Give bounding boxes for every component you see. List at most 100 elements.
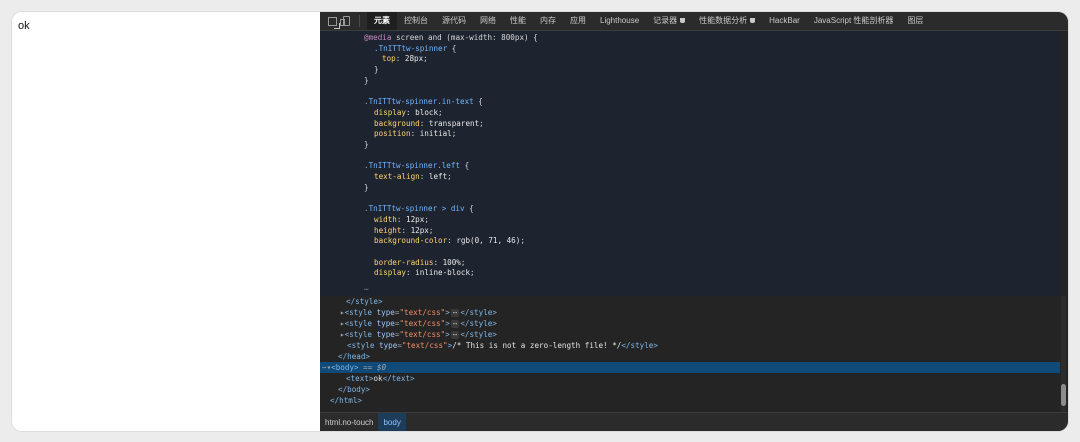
closing-tag: </body> [338,385,371,394]
style-source-view[interactable]: @media screen and (max-width: 800px) { .… [320,31,1060,296]
close-brace: } [364,182,369,192]
inspect-element-icon[interactable] [328,16,340,29]
css-value: rgb(0, 71, 46) [456,236,521,246]
browser-window: ok 元素 控制台 源代码 网络 性能 内存 应用 Lighthouse 记录器… [12,12,1068,431]
attr-name: type [376,330,395,339]
tag-open: <text> [346,374,374,383]
css-property: display [374,268,407,278]
tag-open: <body> [331,363,359,372]
tab-memory[interactable]: 内存 [533,12,563,30]
dom-node-style[interactable]: ▸<style type="text/css"> ⋯ </style> [320,318,1060,329]
text-node: ok [373,374,383,383]
css-property: background [374,118,420,128]
tab-hackbar[interactable]: HackBar [762,12,807,30]
dom-scrollbar[interactable] [1061,296,1066,412]
tag-open: <style [344,319,377,328]
code-line: height: 12px; [374,225,434,235]
tab-elements[interactable]: 元素 [367,12,397,30]
tag-gt: > [445,308,450,317]
css-value: block [415,107,439,117]
code-line: text-align: left; [374,172,452,182]
attr-value: "text/css" [399,319,446,328]
css-property: border-radius [374,257,434,267]
dom-node-style-close[interactable]: </style> [320,296,1060,307]
expand-triangle-icon[interactable]: ▸ [320,319,345,328]
collapsed-content-icon[interactable]: ⋯ [450,320,460,328]
attr-value: "text/css" [401,341,448,350]
style-text: /* This is not a zero-length file! */ [452,341,622,350]
toolbar-divider [359,15,360,27]
dom-node-style[interactable]: ▸<style type="text/css"> ⋯ </style> [320,307,1060,318]
tab-performance[interactable]: 性能 [503,12,533,30]
open-brace: { [464,204,474,214]
tab-recorder[interactable]: 记录器 [646,12,692,30]
collapsed-content-icon[interactable]: ⋯ [450,331,460,339]
css-property: top [382,54,396,64]
code-line: background-color: rgb(0, 71, 46); [374,236,525,246]
dom-node-body[interactable]: ⋯▾<body> == $0 [320,362,1060,373]
css-selector: .TnITTtw-spinner.in-text [364,97,474,107]
devtools-toolbar: 元素 控制台 源代码 网络 性能 内存 应用 Lighthouse 记录器 性能… [320,12,1068,31]
more-ellipsis[interactable]: … [364,283,369,293]
scrollbar-thumb[interactable] [1061,384,1066,406]
devtools-panel: 元素 控制台 源代码 网络 性能 内存 应用 Lighthouse 记录器 性能… [320,12,1068,431]
dom-tree[interactable]: </style> ▸<style type="text/css"> ⋯ </styl… [320,296,1060,412]
tab-sources[interactable]: 源代码 [435,12,473,30]
tag-open: <style [347,341,380,350]
dom-node-body-close[interactable]: </body> [320,384,1060,395]
closing-tag: </style> [346,297,383,306]
experiment-flask-icon [750,18,756,24]
dom-node-style[interactable]: ▸<style type="text/css"> ⋯ </style> [320,329,1060,340]
tab-lighthouse[interactable]: Lighthouse [593,12,646,30]
tab-performance-insights[interactable]: 性能数据分析 [692,12,762,30]
code-line: background: transparent; [374,118,484,128]
closing-tag: </html> [330,396,363,405]
attr-value: "text/css" [399,330,446,339]
breadcrumb-body[interactable]: body [378,413,406,431]
code-line: display: inline-block; [374,268,475,278]
code-line: position: initial; [374,129,457,139]
close-brace: } [364,75,369,85]
attr-name: type [379,341,398,350]
dom-node-text[interactable]: <text>ok</text> [320,373,1060,384]
dom-node-html-close[interactable]: </html> [320,395,1060,406]
open-brace: { [460,161,470,171]
css-selector: .TnITTtw-spinner > div [364,204,465,214]
tab-layers[interactable]: 图层 [900,12,930,30]
code-line: @media screen and (max-width: 800px) { [364,33,538,43]
attr-name: type [376,308,395,317]
css-value: transparent [428,118,480,128]
closing-tag: </head> [338,352,371,361]
collapsed-content-icon[interactable]: ⋯ [450,309,460,317]
tag-gt: > [445,319,450,328]
equals-sign: == [363,363,373,372]
expand-triangle-icon[interactable]: ▸ [320,308,345,317]
dom-node-style[interactable]: <style type="text/css">/* This is not a … [320,340,1060,351]
tab-application[interactable]: 应用 [563,12,593,30]
device-toolbar-icon[interactable] [340,16,350,26]
css-value: left [428,172,448,182]
css-selector: .TnITTtw-spinner.left [364,161,461,171]
tab-js-profiler[interactable]: JavaScript 性能剖析器 [807,12,901,30]
css-property: display [374,107,407,117]
code-line: .TnITTtw-spinner > div { [364,204,474,214]
expand-triangle-icon[interactable]: ▸ [320,330,345,339]
tab-network[interactable]: 网络 [473,12,503,30]
code-line: display: block; [374,107,443,117]
closing-tag: </style> [621,341,658,350]
css-value: 28px [404,54,424,64]
attr-value: "text/css" [399,308,446,317]
breadcrumb-html[interactable]: html.no-touch [320,413,378,431]
code-line: .TnITTtw-spinner { [374,44,456,54]
closing-tag: </style> [460,330,497,339]
tab-performance-insights-label: 性能数据分析 [699,16,748,25]
dom-node-head-close[interactable]: </head> [320,351,1060,362]
css-property: background-color [374,236,448,246]
css-selector: .TnITTtw-spinner [374,43,448,53]
tab-console[interactable]: 控制台 [397,12,435,30]
more-actions-icon[interactable]: ⋯ [320,363,327,372]
code-line: border-radius: 100%; [374,257,466,267]
page-viewport: ok [12,12,320,431]
open-brace: { [447,43,457,53]
code-line: top: 28px; [382,54,428,64]
